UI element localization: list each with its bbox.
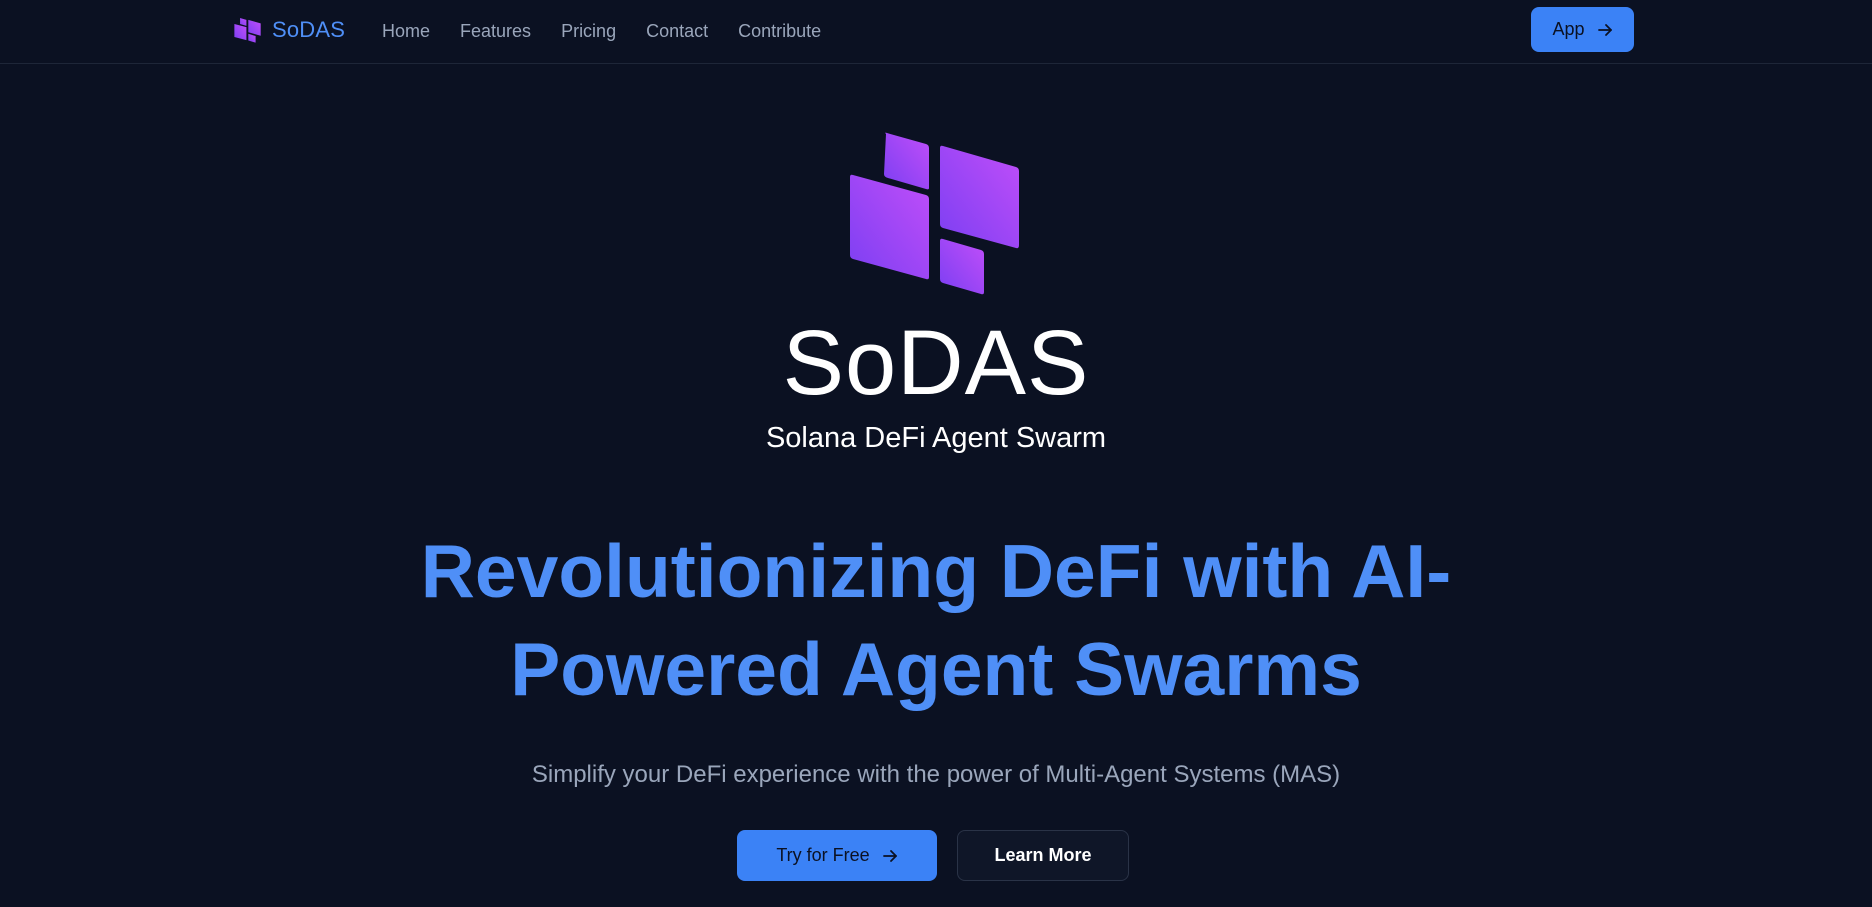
learn-more-label: Learn More [994,845,1092,865]
hero-tagline: Simplify your DeFi experience with the p… [531,761,1341,788]
nav-contribute[interactable]: Contribute [738,21,821,42]
nav-features[interactable]: Features [460,21,531,42]
brand-link[interactable]: SoDAS [234,14,345,46]
app-button-label: App [1552,19,1585,39]
nav-home[interactable]: Home [382,21,430,42]
try-for-free-label: Try for Free [776,845,870,865]
arrow-right-icon [1597,22,1613,38]
arrow-right-icon [882,848,898,864]
hero-subtitle: Solana DeFi Agent Swarm [765,422,1107,454]
hero-headline: Revolutionizing DeFi with AI- Powered Ag… [336,522,1536,718]
sodas-hero-logo-icon [850,132,1019,295]
hero-headline-line1: Revolutionizing DeFi with AI- [420,529,1452,613]
hero-title: SoDAS [782,312,1090,414]
hero-headline-line2: Powered Agent Swarms [510,627,1362,711]
main-nav: Home Features Pricing Contact Contribute [382,18,821,44]
brand-name: SoDAS [272,17,346,42]
sodas-logo-icon [234,17,261,43]
try-for-free-button[interactable]: Try for Free [737,830,937,881]
app-button[interactable]: App [1531,7,1634,52]
nav-contact[interactable]: Contact [646,21,708,42]
nav-pricing[interactable]: Pricing [561,21,616,42]
learn-more-button[interactable]: Learn More [957,830,1129,881]
top-navbar: SoDAS Home Features Pricing Contact Cont… [0,0,1872,64]
